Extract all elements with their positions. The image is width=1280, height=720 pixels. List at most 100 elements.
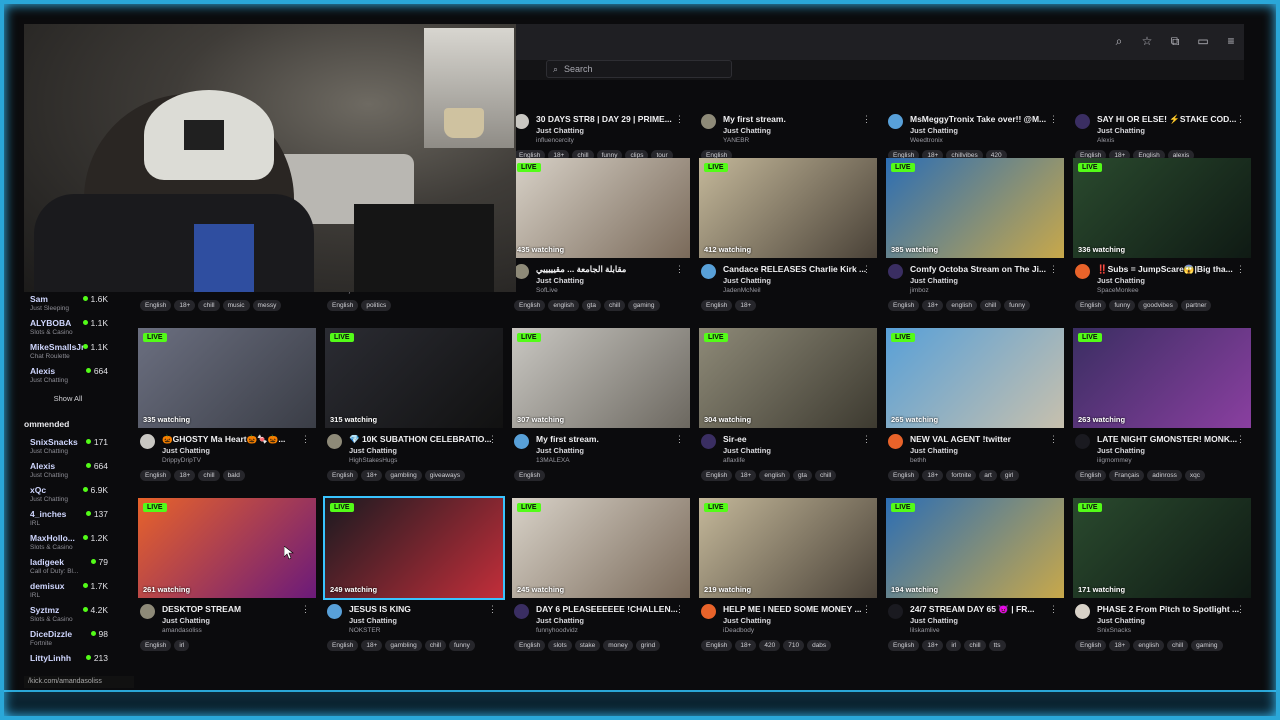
tag-chip[interactable]: English: [701, 300, 733, 311]
tag-chip[interactable]: 18+: [174, 300, 196, 311]
channel-avatar[interactable]: [514, 604, 529, 619]
stream-card[interactable]: LIVE 249 watching JESUS IS KING ⋮ Just Chatt…: [323, 496, 505, 651]
more-options-icon[interactable]: ⋮: [1236, 434, 1245, 445]
tag-chip[interactable]: music: [222, 300, 250, 311]
tag-chip[interactable]: 18+: [922, 300, 944, 311]
stream-thumbnail[interactable]: LIVE 335 watching: [138, 328, 316, 428]
show-all-button[interactable]: Show All: [24, 388, 112, 415]
stream-category[interactable]: Just Chatting: [536, 446, 584, 455]
sidebar-channel[interactable]: MikeSmallsJr Chat Roulette 1.1K: [24, 340, 112, 364]
stream-title[interactable]: 30 DAYS STR8 | DAY 29 | PRIME...: [536, 114, 681, 124]
tag-chip[interactable]: english: [1133, 640, 1164, 651]
stream-category[interactable]: Just Chatting: [910, 446, 958, 455]
channel-name[interactable]: amandasoliss: [162, 627, 202, 634]
sidebar-channel[interactable]: demisux IRL 1.7K: [24, 579, 112, 603]
stream-category[interactable]: Just Chatting: [1097, 616, 1145, 625]
more-options-icon[interactable]: ⋮: [1049, 434, 1058, 445]
stream-title[interactable]: Candace RELEASES Charlie Kirk ...: [723, 264, 868, 274]
channel-name[interactable]: Weedtronix: [910, 137, 943, 144]
tag-chip[interactable]: 18+: [361, 640, 383, 651]
tag-chip[interactable]: stake: [574, 640, 601, 651]
stream-category[interactable]: Just Chatting: [723, 616, 771, 625]
tag-chip[interactable]: 18+: [735, 470, 757, 481]
stream-card[interactable]: LIVE 307 watching My first stream. ⋮ Just Ch…: [512, 328, 692, 481]
tag-chip[interactable]: 710: [783, 640, 805, 651]
stream-card[interactable]: LIVE 265 watching NEW VAL AGENT !twitter ⋮ J…: [886, 328, 1066, 481]
stream-thumbnail[interactable]: LIVE 194 watching: [886, 498, 1064, 598]
more-options-icon[interactable]: ⋮: [488, 434, 497, 445]
tag-chip[interactable]: funny: [448, 640, 475, 651]
stream-card[interactable]: LIVE 435 watching مقابلة الجامعة ... مقييي…: [512, 158, 692, 311]
tag-chip[interactable]: chill: [815, 470, 837, 481]
stream-category[interactable]: Just Chatting: [910, 616, 958, 625]
stream-thumbnail[interactable]: LIVE 336 watching: [1073, 158, 1251, 258]
stream-title[interactable]: ‼️Subs = JumpScare😱|Big tha...: [1097, 264, 1242, 275]
tag-chip[interactable]: English: [140, 640, 172, 651]
tag-chip[interactable]: irl: [174, 640, 190, 651]
sidebar-channel[interactable]: Alexis Just Chatting 664: [24, 364, 112, 388]
stream-title[interactable]: NEW VAL AGENT !twitter: [910, 434, 1055, 444]
more-options-icon[interactable]: ⋮: [1236, 264, 1245, 275]
stream-title[interactable]: My first stream.: [536, 434, 681, 444]
tag-chip[interactable]: gaming: [628, 300, 660, 311]
menu-icon[interactable]: ≡: [1224, 34, 1238, 48]
stream-title[interactable]: SAY HI OR ELSE! ⚡STAKE COD...: [1097, 114, 1242, 125]
channel-avatar[interactable]: [1075, 114, 1090, 129]
tag-chip[interactable]: gambling: [385, 640, 422, 651]
stream-category[interactable]: Just Chatting: [1097, 446, 1145, 455]
channel-avatar[interactable]: [701, 114, 716, 129]
channel-name[interactable]: SpaceMonkee: [1097, 287, 1139, 294]
tag-chip[interactable]: 18+: [174, 470, 196, 481]
channel-name[interactable]: lilskamlive: [910, 627, 940, 634]
tag-chip[interactable]: 420: [759, 640, 781, 651]
stream-category[interactable]: Just Chatting: [1097, 126, 1145, 135]
stream-category[interactable]: Just Chatting: [162, 616, 210, 625]
stream-category[interactable]: Just Chatting: [536, 276, 584, 285]
more-options-icon[interactable]: ⋮: [1049, 114, 1058, 125]
tag-chip[interactable]: fortnite: [946, 470, 977, 481]
stream-card[interactable]: LIVE 171 watching PHASE 2 From Pitch to Sp…: [1073, 498, 1253, 651]
tag-chip[interactable]: English: [888, 640, 920, 651]
stream-title[interactable]: Sir-ee: [723, 434, 868, 444]
channel-avatar[interactable]: [327, 434, 342, 449]
stream-category[interactable]: Just Chatting: [162, 446, 210, 455]
stream-title[interactable]: 24/7 STREAM DAY 65 😈 | FR...: [910, 604, 1055, 615]
tag-chip[interactable]: English: [1075, 470, 1107, 481]
stream-thumbnail[interactable]: LIVE 249 watching: [323, 496, 505, 600]
tag-chip[interactable]: English: [327, 470, 359, 481]
more-options-icon[interactable]: ⋮: [862, 434, 871, 445]
channel-avatar[interactable]: [888, 264, 903, 279]
channel-avatar[interactable]: [888, 114, 903, 129]
channel-name[interactable]: funnyhoodvidz: [536, 627, 578, 634]
stream-title[interactable]: مقابلة الجامعة ... مقيييييي: [536, 264, 681, 275]
channel-avatar[interactable]: [140, 604, 155, 619]
tag-chip[interactable]: English: [1075, 300, 1107, 311]
stream-category[interactable]: Just Chatting: [723, 126, 771, 135]
sidebar-channel[interactable]: MaxHollo... Slots & Casino 1.2K: [24, 531, 112, 555]
channel-name[interactable]: jimboz: [910, 287, 929, 294]
sidebar-channel[interactable]: Alexis Just Chatting 664: [24, 459, 112, 483]
stream-card[interactable]: LIVE 304 watching Sir-ee ⋮ Just Chatting afla…: [699, 328, 879, 481]
search-input[interactable]: ⌕ Search: [546, 60, 732, 78]
tag-chip[interactable]: English: [1075, 640, 1107, 651]
stream-title[interactable]: JESUS IS KING: [349, 604, 494, 614]
tag-chip[interactable]: goodvibes: [1138, 300, 1178, 311]
more-options-icon[interactable]: ⋮: [488, 604, 497, 615]
tag-chip[interactable]: bald: [222, 470, 245, 481]
tag-chip[interactable]: chill: [1166, 640, 1189, 651]
tag-chip[interactable]: English: [327, 300, 359, 311]
channel-name[interactable]: SnixSnacks: [1097, 627, 1131, 634]
stream-thumbnail[interactable]: LIVE 435 watching: [512, 158, 690, 258]
more-options-icon[interactable]: ⋮: [301, 434, 310, 445]
stream-card[interactable]: LIVE 385 watching Comfy Octoba Stream on T…: [886, 158, 1066, 311]
stream-thumbnail[interactable]: LIVE 385 watching: [886, 158, 1064, 258]
tag-chip[interactable]: chill: [424, 640, 446, 651]
tag-chip[interactable]: english: [548, 300, 579, 311]
tag-chip[interactable]: politics: [361, 300, 392, 311]
stream-title[interactable]: DAY 6 PLEASEEEEEE !CHALLEN...: [536, 604, 681, 614]
tag-chip[interactable]: English: [514, 300, 546, 311]
channel-name[interactable]: influencercity: [536, 137, 574, 144]
channel-avatar[interactable]: [1075, 264, 1090, 279]
stream-card[interactable]: LIVE 194 watching 24/7 STREAM DAY 65 😈 | F…: [886, 498, 1066, 651]
tag-chip[interactable]: English: [701, 640, 733, 651]
